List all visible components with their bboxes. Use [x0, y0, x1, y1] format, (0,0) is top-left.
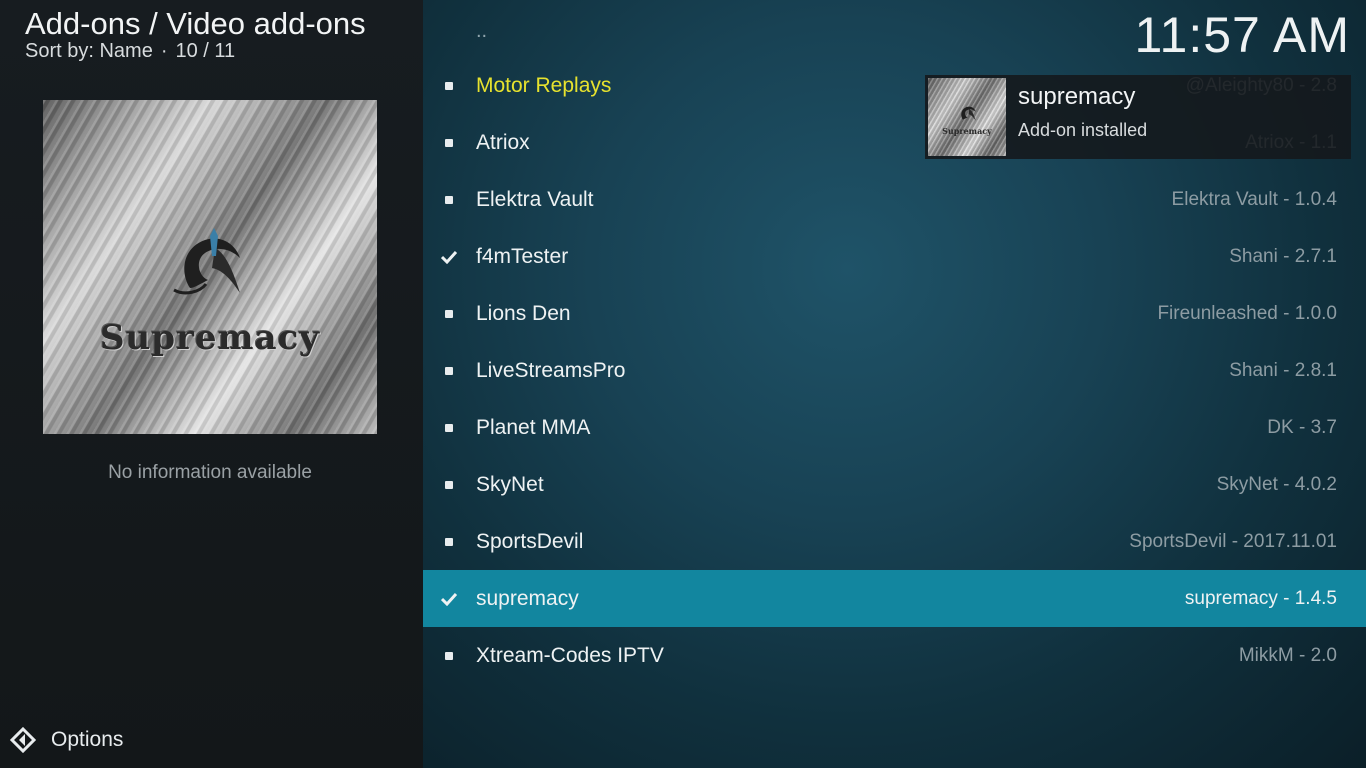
addon-name: Elektra Vault	[476, 187, 594, 211]
notification-title: supremacy	[1018, 83, 1136, 110]
bullet-icon	[441, 342, 457, 399]
addon-list-item[interactable]: Elektra Vault Elektra Vault - 1.0.4	[423, 171, 1366, 228]
bullet-icon	[441, 57, 457, 114]
kodi-window: Add-ons / Video add-ons Sort by: Name · 10…	[0, 0, 1366, 768]
addon-name: Motor Replays	[476, 73, 612, 97]
sort-info: Sort by: Name · 10 / 11	[25, 40, 235, 63]
addon-list-item[interactable]: Xtream-Codes IPTV MikkM - 2.0	[423, 627, 1366, 684]
addon-author-version: Elektra Vault - 1.0.4	[1171, 188, 1337, 210]
thumbnail-logo-text: Supremacy	[99, 318, 321, 358]
info-panel: Add-ons / Video add-ons Sort by: Name · 10…	[0, 0, 423, 768]
bullet-icon	[441, 456, 457, 513]
addon-name: Planet MMA	[476, 415, 591, 439]
bullet-icon	[441, 114, 457, 171]
notification-logo-text: Supremacy	[942, 126, 992, 136]
addon-list-item[interactable]: Lions Den Fireunleashed - 1.0.0	[423, 285, 1366, 342]
item-position: 10 / 11	[175, 40, 236, 62]
addon-author-version: DK - 3.7	[1267, 416, 1337, 438]
installed-check-icon	[441, 570, 457, 627]
addon-author-version: MikkM - 2.0	[1238, 644, 1337, 666]
info-text: No information available	[108, 462, 312, 483]
options-icon	[10, 727, 36, 753]
bullet-icon	[441, 285, 457, 342]
addon-author-version: SportsDevil - 2017.11.01	[1129, 530, 1337, 552]
page-title: Add-ons / Video add-ons	[25, 6, 366, 41]
options-button[interactable]: Options	[10, 727, 123, 753]
addon-list-item[interactable]: f4mTester Shani - 2.7.1	[423, 228, 1366, 285]
supremacy-emblem-icon	[961, 106, 976, 121]
bullet-icon	[441, 399, 457, 456]
separator: ·	[160, 40, 168, 62]
sort-label[interactable]: Sort by: Name	[25, 40, 153, 62]
options-label: Options	[51, 728, 124, 751]
addon-author-version: Fireunleashed - 1.0.0	[1157, 302, 1337, 324]
addon-name: LiveStreamsPro	[476, 358, 626, 382]
addon-list-item[interactable]: SportsDevil SportsDevil - 2017.11.01	[423, 513, 1366, 570]
notification-message: Add-on installed	[1018, 120, 1148, 140]
addon-name: SportsDevil	[476, 529, 584, 553]
notification-thumbnail: Supremacy	[928, 78, 1006, 156]
clock: 11:57 AM	[1134, 7, 1350, 63]
bullet-icon	[441, 171, 457, 228]
addon-list-item[interactable]: SkyNet SkyNet - 4.0.2	[423, 456, 1366, 513]
addon-list-item[interactable]: Planet MMA DK - 3.7	[423, 399, 1366, 456]
addon-author-version: supremacy - 1.4.5	[1184, 587, 1337, 609]
addon-list-item[interactable]: LiveStreamsPro Shani - 2.8.1	[423, 342, 1366, 399]
addon-author-version: Shani - 2.8.1	[1229, 359, 1337, 381]
addon-name: Xtream-Codes IPTV	[476, 643, 664, 667]
addon-name: Lions Den	[476, 301, 571, 325]
addon-thumbnail: Supremacy	[43, 100, 377, 434]
addon-list-item[interactable]: supremacy supremacy - 1.4.5	[423, 570, 1366, 627]
addon-author-version: Shani - 2.7.1	[1229, 245, 1337, 267]
addon-name: f4mTester	[476, 244, 569, 268]
notification-toast: Supremacy supremacy Add-on installed	[925, 75, 1351, 159]
addon-name: supremacy	[476, 586, 579, 610]
addon-name: SkyNet	[476, 472, 544, 496]
parent-folder-item[interactable]: ..	[476, 20, 487, 43]
installed-check-icon	[441, 228, 457, 285]
bullet-icon	[441, 627, 457, 684]
addon-author-version: SkyNet - 4.0.2	[1216, 473, 1337, 495]
bullet-icon	[441, 513, 457, 570]
supremacy-emblem-icon	[173, 228, 240, 295]
addon-name: Atriox	[476, 130, 530, 154]
